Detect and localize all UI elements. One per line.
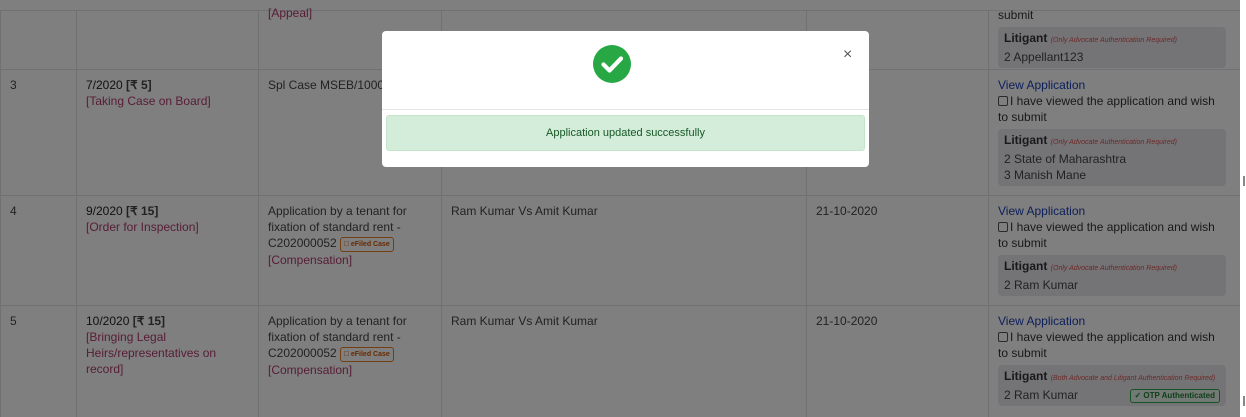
close-button[interactable]: × — [843, 47, 852, 63]
scroll-marker — [1243, 396, 1245, 406]
scroll-marker — [1243, 176, 1245, 186]
success-alert: Application updated successfully — [386, 115, 865, 151]
modal-header: × — [382, 31, 869, 110]
check-circle-icon — [593, 45, 631, 83]
success-modal: × Application updated successfully — [382, 31, 869, 167]
scrollbar-edge — [1240, 0, 1246, 417]
